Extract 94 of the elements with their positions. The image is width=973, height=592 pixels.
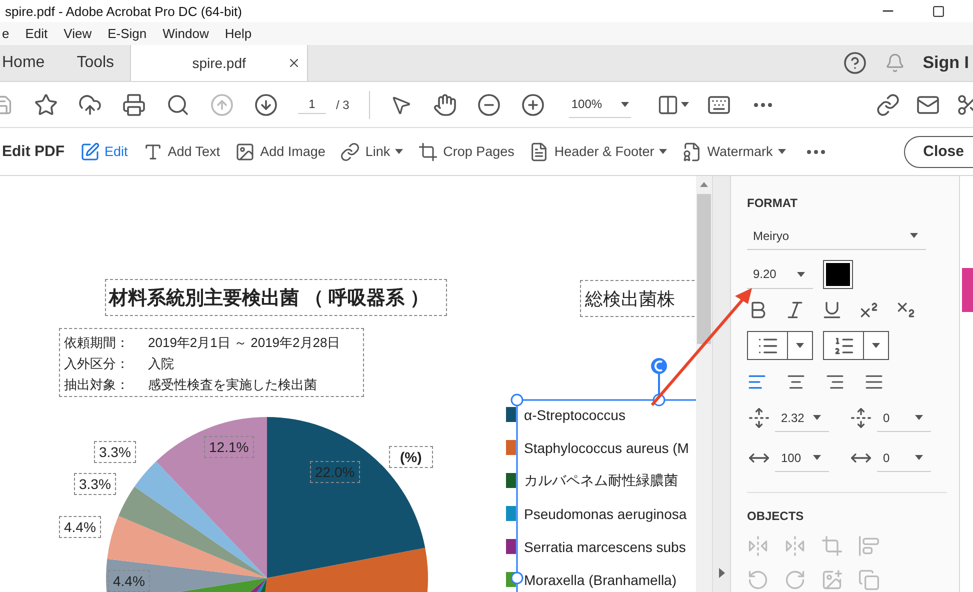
caret-icon: [915, 455, 923, 460]
info-label: 依頼期間：: [64, 334, 130, 352]
legend-label: Moraxella (Branhamella): [524, 572, 677, 588]
scale-dropdown[interactable]: 100: [775, 444, 829, 472]
pie-label: 4.4%: [59, 516, 101, 538]
underline-icon[interactable]: [821, 299, 843, 321]
pie-label: 3.3%: [94, 441, 136, 463]
cloud-upload-icon: [78, 92, 102, 116]
close-button[interactable]: Close: [904, 136, 973, 168]
tool-button[interactable]: Add Image: [235, 142, 326, 162]
help-icon[interactable]: [842, 51, 867, 75]
numbered-list-button[interactable]: [823, 331, 889, 360]
info-value: 感受性検査を実施した検出菌: [148, 376, 318, 394]
menu-item[interactable]: Edit: [25, 26, 48, 41]
hand-icon: [433, 92, 458, 116]
legend-label: Serratia marcescens subs: [524, 538, 686, 554]
caret-icon: [813, 455, 821, 460]
tool-button[interactable]: Edit: [80, 142, 128, 162]
scrollbar-thumb[interactable]: [697, 194, 711, 344]
legend-label: Staphylococcus aureus (M: [524, 440, 689, 456]
info-label: 抽出対象：: [64, 376, 130, 394]
section-heading: FORMAT: [747, 196, 798, 210]
nav-tab[interactable]: Tools: [60, 45, 130, 81]
document-badge-icon[interactable]: [682, 142, 702, 162]
legend-label: カルバペネム耐性緑膿菌: [524, 472, 678, 490]
scissors-icon: [956, 92, 973, 116]
caret-icon: [910, 233, 918, 238]
caret-icon: [915, 415, 923, 420]
page-total: / 3: [336, 98, 350, 112]
font-size-dropdown[interactable]: 9.20: [747, 260, 813, 288]
caret-icon: [700, 182, 708, 187]
link-icon: [876, 92, 900, 116]
tool-button[interactable]: Watermark: [682, 142, 786, 162]
caret-icon: [621, 102, 630, 106]
font-dropdown[interactable]: Meiryo: [747, 222, 926, 250]
search-icon: [166, 92, 190, 116]
caret-icon: [718, 568, 726, 578]
tool-button[interactable]: Header & Footer: [529, 142, 668, 162]
unit-label: (%): [389, 446, 433, 468]
section-heading: OBJECTS: [747, 509, 804, 523]
legend-label: α-Streptococcus: [524, 406, 626, 422]
info-value: 2019年2月1日 ～ 2019年2月28日: [148, 334, 342, 352]
page-fit-icon: [657, 94, 680, 116]
window-title: spire.pdf - Adobe Acrobat Pro DC (64-bit): [5, 4, 242, 18]
pie-label: 12.1%: [204, 436, 254, 458]
zoom-dropdown[interactable]: 100%: [569, 92, 632, 118]
printer-icon: [122, 92, 146, 116]
tool-button[interactable]: Add Text: [142, 142, 220, 162]
arrow-down-icon: [254, 92, 278, 116]
maximize-icon[interactable]: [932, 4, 945, 18]
caret-icon: [796, 343, 804, 348]
menu-item[interactable]: Help: [224, 26, 252, 41]
line-spacing-icon: [748, 407, 770, 429]
document-icon[interactable]: [529, 142, 550, 162]
caret-icon: [797, 272, 805, 276]
pie-label: 3.3%: [74, 473, 116, 495]
crop-icon[interactable]: [418, 142, 438, 162]
chart-title: 材料系統別主要検出菌 （ 呼吸器系 ）: [105, 279, 447, 316]
menu-item[interactable]: Window: [162, 26, 209, 41]
letter-t-icon[interactable]: [142, 142, 163, 162]
caret-icon: [872, 343, 880, 348]
arrow-up-icon: [210, 92, 234, 116]
link-icon[interactable]: [340, 142, 360, 162]
info-label: 入外区分：: [64, 355, 130, 373]
legend-label: Pseudomonas aeruginosa: [524, 506, 687, 522]
sign-in-link[interactable]: Sign I: [922, 53, 969, 73]
selection-frame[interactable]: [510, 358, 696, 592]
document-tab[interactable]: spire.pdf: [130, 45, 308, 81]
paragraph-spacing-dropdown[interactable]: 0: [877, 404, 931, 432]
paragraph-spacing-icon: [850, 407, 872, 429]
line-spacing-dropdown[interactable]: 2.32: [775, 404, 829, 432]
scrollbar[interactable]: [696, 176, 712, 592]
image-icon[interactable]: [235, 142, 256, 162]
nav-tab[interactable]: Home: [0, 45, 61, 81]
info-value: 入院: [148, 355, 175, 373]
bullet-list-button[interactable]: [747, 331, 813, 360]
caret-icon: [813, 415, 821, 420]
more-icon: [754, 102, 772, 106]
menu-item[interactable]: E-Sign: [108, 26, 147, 41]
menu-item[interactable]: e: [2, 26, 10, 41]
star-icon: [34, 92, 58, 116]
pie-label: 4.4%: [108, 570, 150, 592]
toolbar-title: Edit PDF: [2, 143, 64, 160]
tool-button[interactable]: Crop Pages: [418, 142, 514, 162]
tracking-dropdown[interactable]: 0: [877, 444, 931, 472]
menu-item[interactable]: View: [64, 26, 92, 41]
side-marker: [962, 268, 973, 312]
more-icon: [806, 150, 825, 154]
plus-icon: [521, 92, 546, 116]
minus-icon: [477, 92, 502, 116]
tool-button[interactable]: Link: [340, 142, 404, 162]
caret-icon: [681, 102, 690, 107]
pie-label: 22.0%: [310, 461, 360, 483]
pen-icon[interactable]: [80, 142, 100, 162]
